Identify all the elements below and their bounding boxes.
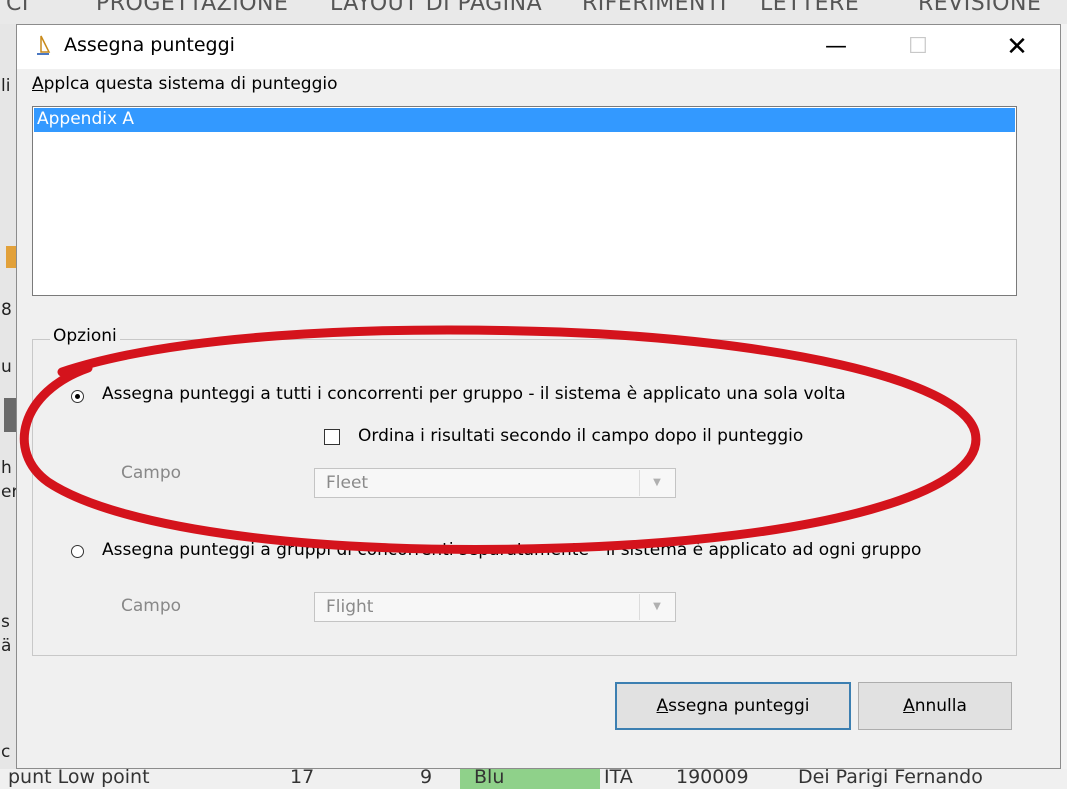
background-cell: punt Low point <box>8 766 150 788</box>
background-fragment: u <box>1 357 12 377</box>
radio-all-competitors[interactable] <box>71 390 84 403</box>
minimize-button[interactable]: — <box>804 25 868 69</box>
background-ribbon: CI PROGETTAZIONE LAYOUT DI PAGINA RIFERI… <box>0 0 1067 24</box>
close-button[interactable]: ✕ <box>985 25 1049 69</box>
options-legend: Opzioni <box>50 326 120 346</box>
sort-results-label[interactable]: Ordina i risultati secondo il campo dopo… <box>358 426 803 446</box>
radio-all-competitors-label[interactable]: Assegna punteggi a tutti i concorrenti p… <box>102 384 846 404</box>
chevron-down-icon[interactable]: ▼ <box>639 594 674 620</box>
title-bar[interactable]: Assegna punteggi — ☐ ✕ <box>17 25 1060 69</box>
assign-scores-button[interactable]: Assegna punteggi <box>615 682 851 730</box>
background-cell: 190009 <box>676 766 749 788</box>
select-value: Flight <box>326 597 374 617</box>
sailboat-icon <box>37 35 51 55</box>
dialog-title: Assegna punteggi <box>64 34 235 56</box>
ribbon-tab: REVISIONE <box>918 0 1042 16</box>
chevron-down-icon[interactable]: ▼ <box>639 470 674 496</box>
background-fragment: c <box>1 742 11 762</box>
ribbon-tab: LAYOUT DI PAGINA <box>330 0 543 16</box>
sort-results-checkbox[interactable] <box>324 429 340 445</box>
background-fragment <box>4 398 16 432</box>
background-fragment: li <box>1 76 11 96</box>
field-select-fleet[interactable]: Fleet ▼ <box>314 468 676 498</box>
background-cell: 9 <box>420 766 433 788</box>
background-cell: Blu <box>474 766 505 788</box>
background-cell: Dei Parigi Fernando <box>798 766 983 788</box>
background-fragment: 8 <box>1 300 12 320</box>
field-label: Campo <box>121 463 182 483</box>
select-value: Fleet <box>326 473 369 493</box>
scoring-system-label: Applca questa sistema di punteggio <box>32 74 338 94</box>
scoring-system-list[interactable]: Appendix A <box>32 106 1017 296</box>
background-fragment: h <box>1 458 12 478</box>
background-fragment: s <box>1 612 10 632</box>
background-table-row: punt Low point 17 9 Blu ITA 190009 Dei P… <box>0 766 1067 789</box>
background-fragment: ä <box>1 636 12 656</box>
background-fragment <box>6 246 16 268</box>
list-item[interactable]: Appendix A <box>34 108 1015 132</box>
field-label: Campo <box>121 596 182 616</box>
ribbon-tab: PROGETTAZIONE <box>96 0 289 16</box>
ribbon-tab: LETTERE <box>760 0 860 16</box>
field-select-flight[interactable]: Flight ▼ <box>314 592 676 622</box>
ribbon-tab: CI <box>6 0 29 16</box>
ribbon-tab: RIFERIMENTI <box>582 0 727 16</box>
background-cell: ITA <box>604 766 633 788</box>
background-left-strip: li 8 u h er s ä c <box>0 24 18 769</box>
radio-separate-groups-label[interactable]: Assegna punteggi a gruppi di concorrenti… <box>102 540 1007 560</box>
radio-separate-groups[interactable] <box>71 545 84 558</box>
background-cell: 17 <box>290 766 315 788</box>
maximize-button[interactable]: ☐ <box>886 25 950 69</box>
cancel-button[interactable]: Annulla <box>858 682 1012 730</box>
